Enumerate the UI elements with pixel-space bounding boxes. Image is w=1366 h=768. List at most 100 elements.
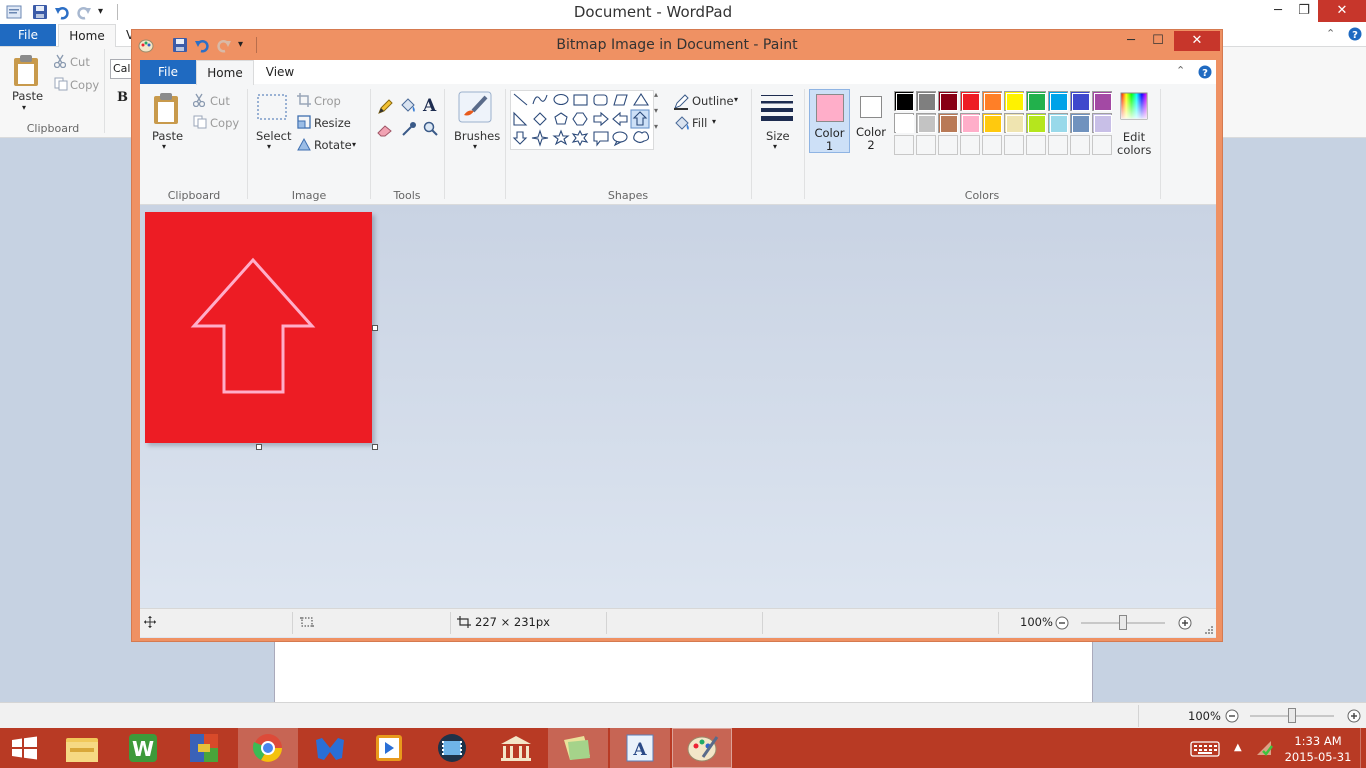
wordpad-restore-button[interactable]: ❐	[1288, 0, 1320, 22]
edit-colors-icon[interactable]	[1120, 92, 1148, 120]
paint-ribbon-collapse-icon[interactable]: ⌃	[1176, 64, 1185, 77]
fill-bucket-icon[interactable]	[399, 98, 417, 114]
color1-button[interactable]: Color 1	[809, 89, 850, 153]
palette-swatch[interactable]	[1048, 91, 1068, 111]
text-tool-icon[interactable]: A	[423, 96, 436, 116]
palette-swatch[interactable]	[1026, 113, 1046, 133]
paint-paste-button[interactable]: Paste	[152, 129, 183, 143]
wordpad-tab-home[interactable]: Home	[58, 24, 116, 48]
wordpad-close-button[interactable]: ✕	[1318, 0, 1366, 22]
wordpad-help-icon[interactable]: ?	[1348, 27, 1362, 41]
paint-paste-dropdown-icon[interactable]: ▾	[162, 142, 166, 151]
paint-zoom-in-icon[interactable]	[1178, 616, 1192, 630]
wordpad-taskbar-icon[interactable]: A	[610, 728, 670, 768]
wordpad-zoom-out-icon[interactable]	[1225, 709, 1239, 723]
wordpad-zoom-in-icon[interactable]	[1347, 709, 1361, 723]
paint-outline-button[interactable]: Outline	[692, 94, 734, 108]
palette-swatch[interactable]	[916, 113, 936, 133]
clock-time[interactable]: 1:33 AM	[1278, 734, 1358, 748]
paint-crop-button[interactable]: Crop	[314, 94, 341, 108]
resize-grip-icon[interactable]	[1204, 625, 1214, 635]
wordpad-paste-icon[interactable]	[12, 53, 40, 87]
palette-custom-slot[interactable]	[982, 135, 1002, 155]
color-picker-icon[interactable]	[401, 121, 417, 137]
paint-rotate-dropdown-icon[interactable]: ▾	[352, 140, 356, 149]
fill-icon[interactable]	[673, 116, 691, 132]
show-hidden-icons-icon[interactable]: ▲	[1234, 742, 1242, 753]
museum-app-taskbar-icon[interactable]	[486, 728, 546, 768]
winrar-taskbar-icon[interactable]	[176, 728, 236, 768]
paint-canvas[interactable]	[145, 212, 372, 443]
wordpad-copy-icon[interactable]	[54, 77, 68, 91]
wordpad-zoom-slider-thumb[interactable]	[1288, 708, 1296, 723]
paint-resize-button[interactable]: Resize	[314, 116, 351, 130]
paint-zoom-out-icon[interactable]	[1055, 616, 1069, 630]
video-app-taskbar-icon[interactable]	[422, 728, 482, 768]
palette-swatch[interactable]	[938, 113, 958, 133]
palette-swatch[interactable]	[982, 113, 1002, 133]
palette-swatch[interactable]	[1048, 113, 1068, 133]
palette-swatch[interactable]	[1092, 91, 1112, 111]
paint-brushes-button[interactable]: Brushes	[454, 129, 500, 143]
paint-select-icon[interactable]	[256, 93, 288, 121]
paint-maximize-button[interactable]: ☐	[1144, 30, 1172, 52]
paint-rotate-icon[interactable]	[297, 137, 311, 151]
paint-select-dropdown-icon[interactable]: ▾	[267, 142, 271, 151]
network-status-icon[interactable]	[1255, 739, 1273, 757]
file-explorer-taskbar-icon[interactable]	[52, 728, 112, 768]
palette-swatch[interactable]	[1026, 91, 1046, 111]
paint-cut-icon[interactable]	[193, 93, 205, 107]
paint-tab-home[interactable]: Home	[196, 60, 254, 85]
palette-swatch[interactable]	[938, 91, 958, 111]
paint-paste-icon[interactable]	[152, 91, 180, 125]
paint-resize-icon[interactable]	[297, 115, 311, 129]
show-desktop-button[interactable]	[1360, 728, 1366, 768]
paint-brushes-dropdown-icon[interactable]: ▾	[473, 142, 477, 151]
paint-cut-button[interactable]: Cut	[210, 94, 230, 108]
brushes-icon[interactable]	[458, 91, 492, 123]
paint-minimize-button[interactable]: ─	[1117, 30, 1145, 52]
palette-swatch[interactable]	[1092, 113, 1112, 133]
wordpad-ribbon-collapse-icon[interactable]: ⌃	[1326, 27, 1335, 40]
canvas-resize-handle-bottom[interactable]	[256, 444, 262, 450]
palette-custom-slot[interactable]	[938, 135, 958, 155]
size-icon[interactable]	[761, 93, 793, 121]
eraser-icon[interactable]	[377, 123, 393, 137]
pencil-icon[interactable]	[377, 99, 393, 115]
chrome-taskbar-icon[interactable]	[238, 728, 298, 768]
edit-colors-label-line2[interactable]: colors	[1117, 143, 1151, 157]
shapes-scroll[interactable]: ▴ ▾ ▾	[654, 90, 664, 148]
wordpad-paste-dropdown-icon[interactable]: ▾	[22, 103, 26, 112]
palette-swatch[interactable]	[916, 91, 936, 111]
malwarebytes-taskbar-icon[interactable]	[300, 728, 360, 768]
palette-swatch[interactable]	[960, 91, 980, 111]
palette-swatch[interactable]	[1070, 91, 1090, 111]
paint-crop-icon[interactable]	[297, 93, 311, 107]
wordpad-document-page[interactable]	[274, 640, 1093, 702]
sticky-notes-taskbar-icon[interactable]	[548, 728, 608, 768]
color2-button[interactable]: Color 2	[852, 89, 890, 153]
wordpad-cut-button[interactable]: Cut	[70, 55, 90, 69]
palette-custom-slot[interactable]	[894, 135, 914, 155]
wordpad-cut-icon[interactable]	[54, 54, 66, 68]
paint-rotate-button[interactable]: Rotate	[314, 138, 352, 152]
paint-tab-view[interactable]: View	[256, 60, 304, 84]
media-player-taskbar-icon[interactable]	[360, 728, 420, 768]
canvas-resize-handle-corner[interactable]	[372, 444, 378, 450]
paint-size-button[interactable]: Size	[766, 129, 790, 143]
palette-custom-slot[interactable]	[1004, 135, 1024, 155]
wordpad-paste-button[interactable]: Paste	[12, 89, 43, 103]
palette-custom-slot[interactable]	[1026, 135, 1046, 155]
wordpad-copy-button[interactable]: Copy	[70, 78, 99, 92]
wordpad-tab-file[interactable]: File	[0, 24, 56, 46]
paint-select-button[interactable]: Select	[256, 129, 291, 143]
clock-date[interactable]: 2015-05-31	[1278, 750, 1358, 764]
paint-close-button[interactable]: ✕	[1174, 31, 1220, 51]
outline-icon[interactable]	[673, 94, 689, 110]
palette-swatch[interactable]	[960, 113, 980, 133]
edit-colors-label-line1[interactable]: Edit	[1117, 130, 1151, 144]
palette-custom-slot[interactable]	[1048, 135, 1068, 155]
magnifier-icon[interactable]	[423, 121, 439, 137]
paint-fill-button[interactable]: Fill	[692, 116, 707, 130]
paint-fill-dropdown-icon[interactable]: ▾	[712, 117, 716, 126]
